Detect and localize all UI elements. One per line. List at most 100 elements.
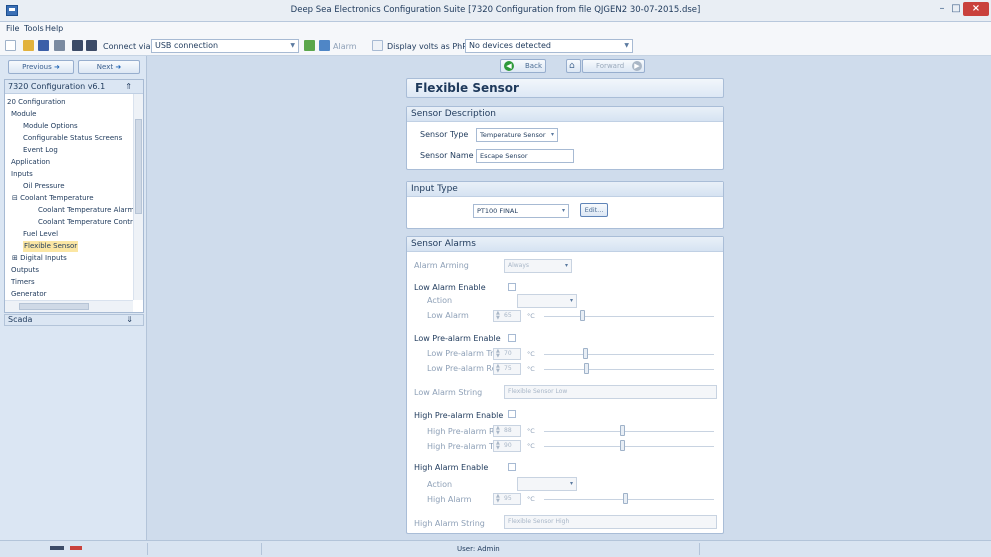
input-type-section: Input Type PT100 FINAL ▾ Edit... [406, 181, 724, 229]
minimize-button[interactable]: – [935, 2, 949, 16]
tree-item[interactable]: Generator [11, 289, 47, 300]
slider-track[interactable] [544, 369, 714, 370]
alarm-arming-label: Alarm Arming [414, 261, 469, 270]
expand-icon[interactable]: ⇓ [126, 315, 133, 325]
scroll-thumb[interactable] [135, 119, 142, 214]
connection-select[interactable]: USB connection ▼ [151, 39, 299, 53]
maximize-button[interactable]: □ [949, 2, 963, 16]
plug-connected-icon [50, 546, 64, 550]
low-prealarm-return-spinner[interactable]: ▲ ▼ 75 [493, 363, 521, 375]
section-heading: Sensor Description [407, 107, 723, 122]
checkbox-icon[interactable] [372, 40, 383, 51]
chart-icon[interactable] [319, 40, 330, 51]
low-prealarm-enable-checkbox[interactable] [508, 334, 516, 342]
high-alarm-string-field[interactable]: Flexible Sensor High [504, 515, 717, 529]
spinner-arrows-icon[interactable]: ▲ ▼ [496, 311, 500, 321]
expand-node-icon[interactable]: ⊞ [12, 254, 18, 262]
close-button[interactable]: × [963, 2, 989, 16]
slider-track[interactable] [544, 316, 714, 317]
spinner-arrows-icon[interactable]: ▲ ▼ [496, 426, 500, 436]
high-prealarm-trip-slider-thumb[interactable] [620, 440, 625, 451]
tree-item-coolant[interactable]: ⊟ Coolant Temperature [12, 193, 94, 204]
tree-item[interactable]: Oil Pressure [23, 181, 65, 192]
menu-file[interactable]: File [6, 24, 19, 33]
scroll-thumb[interactable] [19, 303, 89, 310]
high-prealarm-trip-label: High Pre-alarm Trip [427, 442, 504, 451]
tree-item[interactable]: Module [11, 109, 36, 120]
high-alarm-slider-thumb[interactable] [623, 493, 628, 504]
high-prealarm-return-slider-thumb[interactable] [620, 425, 625, 436]
edit-button[interactable]: Edit... [580, 203, 608, 217]
tree-item[interactable]: Coolant Temperature Contro [38, 217, 137, 228]
unplug-icon[interactable] [86, 40, 97, 51]
tree-item[interactable]: Inputs [11, 169, 33, 180]
low-alarm-enable-label: Low Alarm Enable [414, 283, 486, 292]
slider-track[interactable] [544, 499, 714, 500]
tree-item[interactable]: Module Options [23, 121, 78, 132]
sensor-type-select[interactable]: Temperature Sensor ▾ [476, 128, 558, 142]
slider-track[interactable] [544, 354, 714, 355]
unit-label: °C [527, 365, 535, 373]
spinner-arrows-icon[interactable]: ▲ ▼ [496, 494, 500, 504]
page-title: Flexible Sensor [406, 78, 724, 98]
tree-item-digital-inputs[interactable]: ⊞ Digital Inputs [12, 253, 67, 264]
back-button[interactable]: ◀ Back [500, 59, 546, 73]
tree-item[interactable]: 20 Configuration [7, 97, 66, 108]
low-alarm-spinner[interactable]: ▲ ▼ 65 [493, 310, 521, 322]
slider-track[interactable] [544, 431, 714, 432]
title-bar: Deep Sea Electronics Configuration Suite… [0, 0, 991, 22]
alarm-button[interactable]: Alarm [333, 42, 357, 51]
menu-help[interactable]: Help [45, 24, 63, 33]
sensor-name-field[interactable]: Escape Sensor [476, 149, 574, 163]
print-icon[interactable] [54, 40, 65, 51]
back-arrow-icon: ◀ [504, 61, 514, 71]
menu-tools[interactable]: Tools [24, 24, 44, 33]
high-prealarm-enable-checkbox[interactable] [508, 410, 516, 418]
tree-item[interactable]: Timers [11, 277, 35, 288]
low-alarm-slider-thumb[interactable] [580, 310, 585, 321]
collapse-icon[interactable]: ⇑ [125, 80, 132, 93]
tree-horizontal-scrollbar[interactable] [5, 300, 133, 312]
tree-item[interactable]: Event Log [23, 145, 58, 156]
scada-panel-header[interactable]: Scada ⇓ [4, 314, 144, 326]
slider-track[interactable] [544, 446, 714, 447]
arrow-right-icon: ➜ [53, 63, 60, 71]
low-prealarm-return-slider-thumb[interactable] [584, 363, 589, 374]
tree-item[interactable]: Fuel Level [23, 229, 58, 240]
high-prealarm-trip-spinner[interactable]: ▲ ▼ 90 [493, 440, 521, 452]
input-type-select[interactable]: PT100 FINAL ▾ [473, 204, 569, 218]
low-prealarm-trip-slider-thumb[interactable] [583, 348, 588, 359]
open-folder-icon[interactable] [23, 40, 34, 51]
tree-item-selected[interactable]: Flexible Sensor [23, 241, 79, 252]
save-icon[interactable] [38, 40, 49, 51]
collapse-node-icon[interactable]: ⊟ [12, 194, 18, 202]
spinner-arrows-icon[interactable]: ▲ ▼ [496, 349, 500, 359]
low-prealarm-trip-spinner[interactable]: ▲ ▼ 70 [493, 348, 521, 360]
home-button[interactable]: ⌂ [566, 59, 581, 73]
arrow-left-icon: ➜ [115, 63, 122, 71]
spinner-arrows-icon[interactable]: ▲ ▼ [496, 364, 500, 374]
previous-button[interactable]: Previous ➜ [8, 60, 74, 74]
device-select[interactable]: No devices detected ▼ [465, 39, 633, 53]
high-alarm-enable-checkbox[interactable] [508, 463, 516, 471]
high-prealarm-return-spinner[interactable]: ▲ ▼ 88 [493, 425, 521, 437]
spinner-arrows-icon[interactable]: ▲ ▼ [496, 441, 500, 451]
forward-button[interactable]: Forward ▶ [582, 59, 645, 73]
tree-item[interactable]: Coolant Temperature Alarms [38, 205, 138, 216]
low-alarm-enable-checkbox[interactable] [508, 283, 516, 291]
tree-vertical-scrollbar[interactable] [133, 94, 143, 300]
tree-item[interactable]: Outputs [11, 265, 39, 276]
alarm-arming-select[interactable]: Always ▾ [504, 259, 572, 273]
low-alarm-action-select[interactable]: ▾ [517, 294, 577, 308]
new-file-icon[interactable] [5, 40, 16, 51]
next-button[interactable]: Next ➜ [78, 60, 140, 74]
chevron-down-icon: ▾ [569, 297, 573, 304]
high-prealarm-enable-label: High Pre-alarm Enable [414, 411, 504, 420]
user-status: User: Admin [457, 545, 500, 553]
high-alarm-action-select[interactable]: ▾ [517, 477, 577, 491]
plug-icon[interactable] [72, 40, 83, 51]
tree-item[interactable]: Configurable Status Screens [23, 133, 122, 144]
high-alarm-spinner[interactable]: ▲ ▼ 95 [493, 493, 521, 505]
tree-item[interactable]: Application [11, 157, 50, 168]
low-alarm-string-field[interactable]: Flexible Sensor Low [504, 385, 717, 399]
